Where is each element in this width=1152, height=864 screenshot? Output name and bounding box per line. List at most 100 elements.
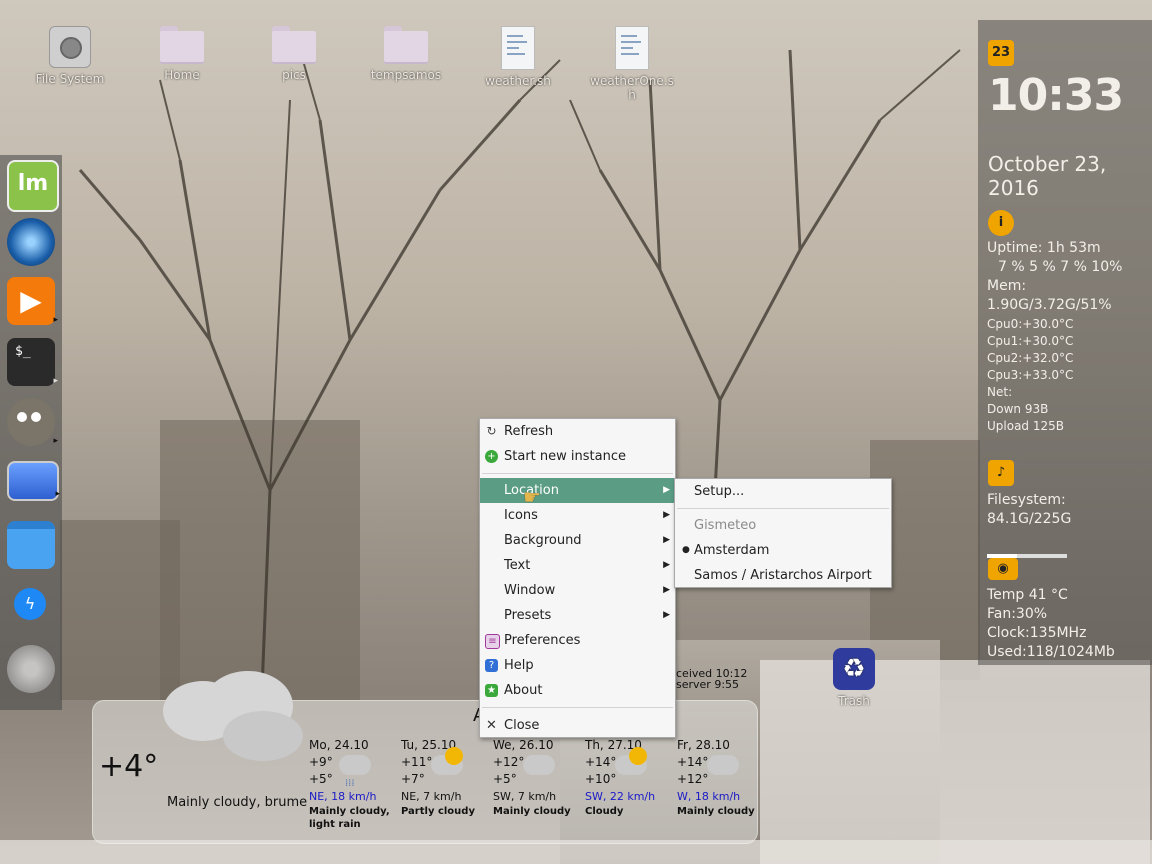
terminal-icon[interactable]: $_ ▸ [7, 338, 58, 386]
files-icon[interactable] [7, 521, 55, 569]
folder-icon [384, 26, 428, 64]
desktop-icon-file-system[interactable]: File System [30, 26, 110, 86]
current-condition: Mainly cloudy, brume [167, 795, 308, 810]
menu-item-window[interactable]: Window ▶ [480, 578, 675, 603]
mem-label: Mem: [987, 278, 1027, 294]
plus-circle-icon: + [485, 450, 498, 463]
gimp-icon[interactable]: ▸ [7, 398, 58, 446]
partly-cloudy-icon [615, 747, 647, 775]
nvidia-icon: ◉ [988, 558, 1018, 580]
messenger-icon[interactable]: ϟ [14, 588, 46, 620]
net-upload: Upload 125B [987, 419, 1064, 433]
desktop-icon-tempsamos[interactable]: tempsamos [366, 26, 446, 82]
about-star-icon: ★ [485, 684, 498, 697]
desktop-icon-label: Trash [838, 694, 870, 708]
location-submenu: Setup... Gismeteo ● Amsterdam Samos / Ar… [674, 478, 892, 588]
desktop-icon-label: weatherOne.sh [590, 74, 674, 102]
menu-item-text[interactable]: Text ▶ [480, 553, 675, 578]
net-down: Down 93B [987, 402, 1049, 416]
menu-item-help[interactable]: ? Help [480, 653, 675, 678]
menu-item-location-amsterdam[interactable]: ● Amsterdam [675, 538, 891, 563]
menu-item-preferences[interactable]: ≡ Preferences [480, 628, 675, 653]
rain-cloud-icon: ⁞⁞⁞ [339, 755, 371, 789]
filesystem-icon: ♪ [988, 460, 1014, 486]
cpu-usage: 7 % 5 % 7 % 10% [998, 259, 1123, 275]
forecast-day: We, 26.10 +12° +5° SW, 7 km/h Mainly cloudy [493, 737, 583, 818]
partly-cloudy-icon [431, 747, 463, 775]
home-folder-icon [160, 26, 204, 64]
calendar-icon: 23 [988, 40, 1014, 66]
forecast-day: Mo, 24.10 +9° +5° NE, 18 km/h Mainly cloudy,… [309, 737, 399, 831]
submenu-arrow-icon: ▶ [663, 510, 670, 520]
forecast-day: Th, 27.10 +14° +10° SW, 22 km/h Cloudy [585, 737, 675, 818]
submenu-arrow-icon: ▶ [663, 560, 670, 570]
desktop-icon-trash[interactable]: ♻ Trash [814, 648, 894, 708]
radio-selected-icon: ● [682, 545, 690, 555]
menu-item-location-samos[interactable]: Samos / Aristarchos Airport [675, 563, 891, 588]
submenu-arrow-icon: ▶ [663, 585, 670, 595]
menu-item-start-new-instance[interactable]: + Start new instance [480, 444, 675, 469]
refresh-icon: ↻ [486, 424, 497, 438]
gpu-fan: Fan:30% [987, 606, 1048, 622]
forecast-wind: SW, 7 km/h [493, 790, 557, 803]
gpu-clock: Clock:135MHz [987, 625, 1087, 641]
forecast-wind: W, 18 km/h [677, 790, 741, 803]
trash-icon: ♻ [833, 648, 875, 690]
desktop-icon-weather-sh[interactable]: weather.sh [478, 26, 558, 88]
mint-menu-icon[interactable]: lm [7, 160, 59, 212]
submenu-arrow-icon: ▶ [663, 610, 670, 620]
gpu-temp: Temp 41 °C [987, 587, 1068, 603]
desktop-icon-label: pics [282, 68, 306, 82]
clock: 10:33 [988, 70, 1124, 121]
menu-item-about[interactable]: ★ About [480, 678, 675, 703]
filesystem-value: 84.1G/225G [987, 511, 1072, 527]
folder-icon [272, 26, 316, 64]
desktop-icon-pics[interactable]: pics [254, 26, 334, 82]
forecast-wind: NE, 7 km/h [401, 790, 462, 803]
desktop-icon-home[interactable]: Home [142, 26, 222, 82]
thunderbird-icon[interactable] [7, 218, 55, 266]
desktop-icon-weatherone-sh[interactable]: weatherOne.sh [590, 26, 674, 102]
preferences-icon: ≡ [485, 634, 500, 649]
forecast-wind: SW, 22 km/h [585, 790, 656, 803]
menu-item-setup[interactable]: Setup... [675, 479, 891, 504]
menu-item-location[interactable]: Location ▶ [480, 478, 675, 503]
forecast-condition: Partly cloudy [401, 806, 475, 817]
forecast-date: Mo, 24.10 [309, 738, 369, 752]
forecast-day: Fr, 28.10 +14° +12° W, 18 km/h Mainly cloudy [677, 737, 767, 818]
provider-label: Gismeteo [694, 518, 757, 533]
menu-item-icons[interactable]: Icons ▶ [480, 503, 675, 528]
cpu0-temp: Cpu0:+30.0°C [987, 317, 1074, 331]
menu-item-presets[interactable]: Presets ▶ [480, 603, 675, 628]
info-icon: i [988, 210, 1014, 236]
display-icon[interactable]: ▸ [7, 461, 60, 501]
uptime: Uptime: 1h 53m [987, 240, 1101, 256]
net-label: Net: [987, 385, 1013, 399]
menu-item-refresh[interactable]: ↻ Refresh [480, 419, 675, 444]
menu-separator [677, 508, 889, 509]
hard-disk-icon [49, 26, 91, 68]
filesystem-label: Filesystem: [987, 492, 1066, 508]
context-menu: ↻ Refresh + Start new instance Location ▶ I… [479, 418, 676, 738]
script-file-icon [615, 26, 649, 70]
close-icon: ✕ [486, 718, 497, 733]
cloudy-icon [523, 755, 555, 775]
dock: lm ▶ ▸ $_ ▸ ▸ ▸ ϟ [0, 155, 62, 710]
menu-item-background[interactable]: Background ▶ [480, 528, 675, 553]
menu-separator [482, 707, 673, 708]
script-file-icon [501, 26, 535, 70]
weather-icon[interactable] [7, 645, 55, 693]
forecast-condition: light rain [309, 819, 361, 830]
forecast-condition: Mainly cloudy [493, 806, 571, 817]
date: October 23, 2016 [988, 152, 1107, 200]
submenu-arrow-icon: ▶ [663, 535, 670, 545]
menu-separator [482, 473, 673, 474]
desktop-icon-label: weather.sh [485, 74, 551, 88]
menu-item-close[interactable]: ✕ Close [480, 713, 675, 738]
submenu-arrow-icon: ▶ [663, 485, 670, 495]
media-player-icon[interactable]: ▶ ▸ [7, 277, 58, 325]
forecast-day: Tu, 25.10 +11° +7° NE, 7 km/h Partly cloudy [401, 737, 491, 818]
forecast-condition: Mainly cloudy [677, 806, 755, 817]
cpu3-temp: Cpu3:+33.0°C [987, 368, 1074, 382]
desktop-icon-label: File System [35, 72, 105, 86]
